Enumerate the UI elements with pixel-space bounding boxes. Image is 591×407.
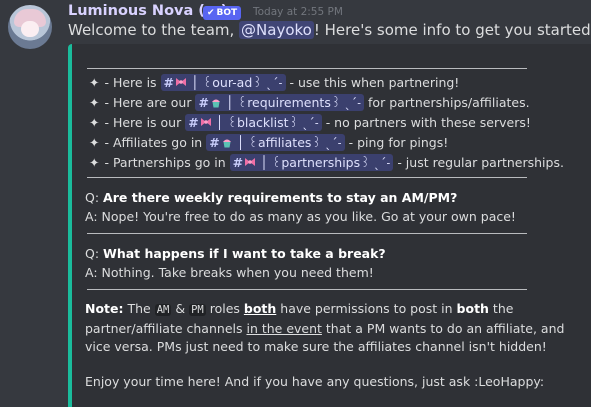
divider: [87, 233, 527, 234]
channel-line-prefix: - Affiliates go in: [104, 135, 207, 150]
channel-line: ✦ - Here are our # │ ꒰requirements꒱ ˎˊ˗ …: [89, 93, 583, 113]
sparkle-icon: ✦: [89, 135, 100, 150]
note-text: have permissions to post in: [276, 301, 457, 316]
hash-icon: #: [163, 75, 175, 90]
sparkle-icon: ✦: [89, 75, 100, 90]
channel-list: ✦ - Here is # │ ꒰our-ad꒱ ˎˊ˗ - use this …: [89, 73, 583, 173]
channel-link-affiliates[interactable]: # │ ꒰affiliates꒱ ˎˊ˗: [206, 134, 345, 151]
pm-role-code: PM: [189, 304, 206, 316]
faq-item: Q: What happens if I want to take a brea…: [85, 244, 583, 282]
faq-question-prefix: Q:: [85, 190, 104, 205]
ribbon-emoji-icon: [245, 158, 256, 166]
channel-line-suffix: - just regular partnerships.: [397, 155, 564, 170]
channel-line: ✦ - Partnerships go in # │ ꒰partnerships…: [89, 153, 583, 173]
divider: [87, 289, 527, 290]
avatar-face: [21, 21, 39, 37]
divider: [87, 68, 527, 69]
sparkle-icon: ✦: [89, 95, 100, 110]
message-suffix: ! Here's some info to get you started:: [313, 21, 591, 39]
am-role-code: AM: [154, 304, 172, 316]
channel-line-suffix: - ping for pings!: [348, 135, 449, 150]
note-text: roles: [205, 301, 244, 316]
closing-text: Enjoy your time here! And if you have an…: [85, 373, 545, 389]
note-text: &: [171, 301, 190, 316]
note-text: The: [123, 301, 155, 316]
note-underline: in the event: [246, 320, 322, 336]
channel-name: ꒰affiliates꒱ ˎˊ˗: [248, 135, 342, 150]
divider: [87, 177, 527, 178]
faq-question-text: What happens if I want to take a break?: [103, 246, 386, 261]
faq-question: Q: Are there weekly requirements to stay…: [85, 188, 583, 207]
channel-line-prefix: - Here is our: [104, 115, 186, 130]
note-label: Note:: [85, 301, 124, 316]
timestamp: Today at 2:55 PM: [253, 6, 343, 18]
channel-line-prefix: - Partnerships go in: [104, 155, 230, 170]
faq-question: Q: What happens if I want to take a brea…: [85, 244, 583, 263]
channel-line-prefix: - Here is: [104, 75, 161, 90]
channel-name: ꒰blacklist꒱ ˎˊ˗: [227, 115, 319, 130]
cupcake-emoji-icon: [211, 99, 220, 108]
channel-line-prefix: - Here are our: [104, 95, 196, 110]
hash-icon: #: [209, 135, 220, 150]
sparkle-icon: ✦: [89, 115, 100, 130]
note-emphasis: both: [456, 301, 489, 316]
message-prefix: Welcome to the team,: [68, 21, 240, 39]
sparkle-icon: ✦: [89, 155, 100, 170]
avatar[interactable]: [8, 5, 52, 49]
hash-icon: #: [188, 115, 199, 130]
message-text: Welcome to the team, @Nayoko! Here's som…: [68, 21, 591, 39]
faq-question-prefix: Q:: [85, 246, 104, 261]
note-paragraph: Note: The AM & PM roles both have permis…: [85, 300, 583, 357]
channel-link-our-ad[interactable]: # │ ꒰our-ad꒱ ˎˊ˗: [160, 74, 286, 91]
user-mention[interactable]: @Nayoko: [239, 21, 314, 39]
channel-name: ꒰partnerships꒱ ˎˊ˗: [271, 155, 391, 170]
cupcake-emoji-icon: [222, 139, 231, 148]
channel-name: ꒰our-ad꒱ ˎˊ˗: [202, 75, 283, 90]
ribbon-emoji-icon: [176, 78, 187, 86]
channel-line: ✦ - Affiliates go in # │ ꒰affiliates꒱ ˎˊ…: [89, 133, 583, 153]
channel-link-requirements[interactable]: # │ ꒰requirements꒱ ˎˊ˗: [195, 94, 365, 111]
faq-answer: A: Nothing. Take breaks when you need th…: [85, 265, 374, 280]
channel-line: ✦ - Here is our # │ ꒰blacklist꒱ ˎˊ˗ - no…: [89, 113, 583, 133]
channel-name: ꒰requirements꒱ ˎˊ˗: [237, 95, 362, 110]
note-emphasis: both: [243, 301, 277, 316]
faq-question-text: Are there weekly requirements to stay an…: [103, 190, 458, 205]
bot-badge: ✔ BOT: [203, 6, 242, 20]
embed-body: ✦ - Here is # │ ꒰our-ad꒱ ˎˊ˗ - use this …: [85, 52, 583, 391]
faq-answer: A: Nope! You're free to do as many as yo…: [85, 209, 516, 224]
channel-line-suffix: - use this when partnering!: [289, 75, 460, 90]
faq-item: Q: Are there weekly requirements to stay…: [85, 188, 583, 226]
embed: ✦ - Here is # │ ꒰our-ad꒱ ˎˊ˗ - use this …: [68, 44, 591, 407]
channel-line: ✦ - Here is # │ ꒰our-ad꒱ ˎˊ˗ - use this …: [89, 73, 583, 93]
bot-badge-label: BOT: [216, 8, 238, 18]
channel-line-suffix: - no partners with these servers!: [325, 115, 531, 130]
checkmark-icon: ✔: [207, 8, 215, 18]
ribbon-emoji-icon: [200, 118, 211, 126]
hash-icon: #: [198, 95, 209, 110]
hash-icon: #: [232, 155, 244, 170]
channel-link-blacklist[interactable]: # │ ꒰blacklist꒱ ˎˊ˗: [185, 114, 322, 131]
channel-line-suffix: for partnerships/affiliates.: [368, 95, 530, 110]
channel-link-partnerships[interactable]: # │ ꒰partnerships꒱ ˎˊ˗: [229, 154, 394, 171]
